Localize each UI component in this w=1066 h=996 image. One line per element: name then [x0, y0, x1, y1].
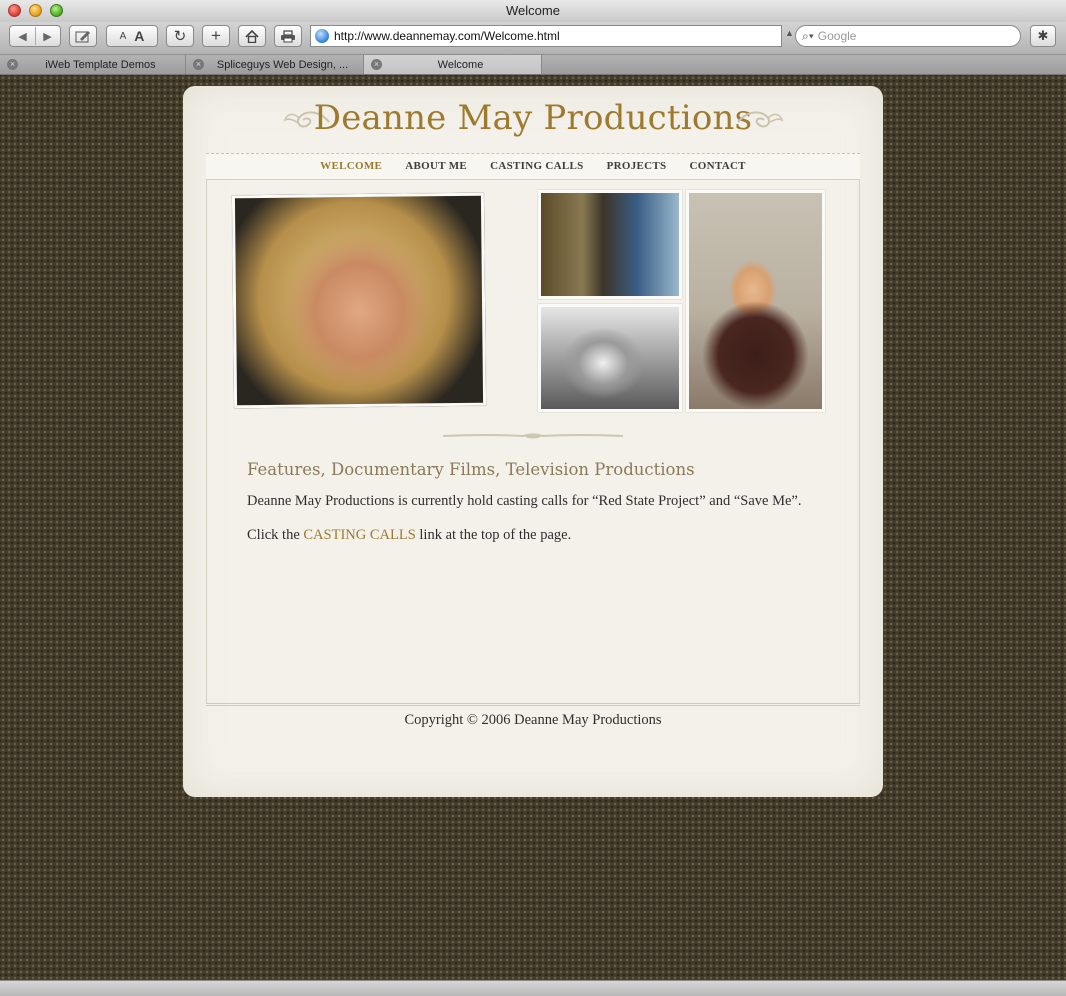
text-bigger-button[interactable]: A — [134, 28, 144, 44]
instructions-suffix: link at the top of the page. — [415, 527, 572, 543]
status-bar — [0, 980, 1066, 996]
text-smaller-button[interactable]: A — [120, 31, 127, 42]
pencil-icon — [75, 31, 90, 43]
print-button[interactable] — [274, 25, 302, 47]
search-icon: ⌕▾ — [802, 28, 814, 43]
nav-projects[interactable]: PROJECTS — [607, 160, 667, 172]
camera-crew-photo — [538, 190, 682, 299]
reload-button[interactable]: ↻ — [166, 25, 194, 47]
tab-welcome[interactable]: × Welcome — [364, 55, 542, 74]
home-button[interactable] — [238, 25, 266, 47]
back-arrow-icon[interactable]: ◀ — [11, 30, 35, 43]
tab-label: Spliceguys Web Design, ... — [216, 58, 349, 71]
portrait-photo — [231, 192, 487, 409]
casting-instructions: Click the CASTING CALLS link at the top … — [247, 527, 571, 544]
tab-label: Welcome — [437, 58, 484, 71]
instructions-prefix: Click the — [247, 527, 304, 543]
casting-calls-link[interactable]: CASTING CALLS — [303, 527, 415, 543]
nav-welcome[interactable]: WELCOME — [320, 160, 382, 172]
bug-icon: ✱ — [1037, 28, 1049, 43]
section-heading: Features, Documentary Films, Television … — [247, 460, 695, 479]
tab-label: iWeb Template Demos — [45, 58, 156, 71]
browser-toolbar: ◀ ▶ A A ↻ + http://www.deannemay.com/Wel… — [0, 22, 1066, 55]
copyright-notice: Copyright © 2006 Deanne May Productions — [404, 712, 662, 728]
tab-bar: × iWeb Template Demos × Spliceguys Web D… — [0, 55, 1066, 75]
tab-close-icon[interactable]: × — [193, 59, 204, 70]
ornament-divider — [443, 433, 623, 439]
home-icon — [245, 29, 259, 43]
address-bar[interactable]: http://www.deannemay.com/Welcome.html — [310, 25, 782, 47]
nav-casting-calls[interactable]: CASTING CALLS — [490, 160, 583, 172]
tab-close-icon[interactable]: × — [371, 59, 382, 70]
footer-divider — [206, 703, 860, 706]
reload-icon: ↻ — [173, 28, 187, 45]
bug-report-button[interactable]: ✱ — [1030, 25, 1056, 47]
search-placeholder: Google — [817, 29, 857, 43]
text-size-buttons: A A — [106, 25, 158, 47]
window-title: Welcome — [506, 3, 560, 18]
tab-iweb-template-demos[interactable]: × iWeb Template Demos — [0, 55, 186, 74]
tab-spliceguys[interactable]: × Spliceguys Web Design, ... — [186, 55, 364, 74]
search-field[interactable]: ⌕▾ Google — [795, 25, 1021, 47]
main-navigation: WELCOME ABOUT ME CASTING CALLS PROJECTS … — [183, 160, 883, 172]
add-bookmark-button[interactable]: + — [202, 25, 230, 47]
plus-icon: + — [211, 26, 221, 45]
content-card: Deanne May Productions WELCOME ABOUT ME … — [183, 86, 883, 797]
forward-arrow-icon[interactable]: ▶ — [36, 30, 60, 43]
flourish-right-icon — [737, 111, 784, 128]
printer-icon — [281, 29, 295, 42]
edit-page-button[interactable] — [69, 25, 97, 47]
address-url: http://www.deannemay.com/Welcome.html — [334, 29, 560, 43]
window-titlebar: Welcome — [0, 0, 1066, 23]
page-viewport: Deanne May Productions WELCOME ABOUT ME … — [0, 75, 1066, 980]
globe-icon — [315, 29, 329, 43]
back-forward-buttons: ◀ ▶ — [9, 25, 61, 47]
palace-photo — [686, 190, 825, 412]
nav-about-me[interactable]: ABOUT ME — [405, 160, 467, 172]
nav-contact[interactable]: CONTACT — [690, 160, 746, 172]
address-dropdown-icon[interactable]: ▲ — [785, 28, 794, 38]
beach-photo — [538, 304, 682, 412]
casting-announcement: Deanne May Productions is currently hold… — [247, 493, 802, 509]
tab-close-icon[interactable]: × — [7, 59, 18, 70]
